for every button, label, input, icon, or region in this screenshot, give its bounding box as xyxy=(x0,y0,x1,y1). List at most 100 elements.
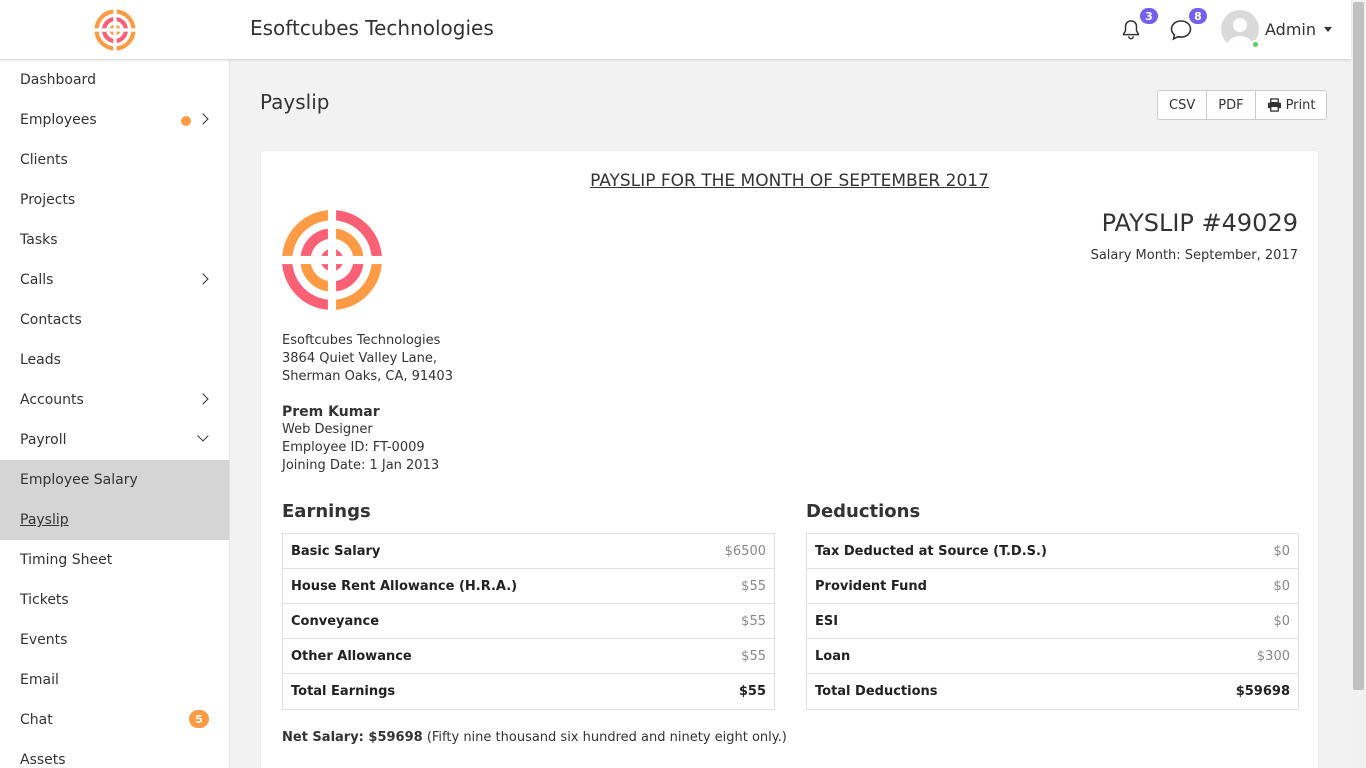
brand-logo-icon xyxy=(94,9,136,51)
net-salary-amount: Net Salary: $59698 xyxy=(282,730,423,745)
sidebar-item-events[interactable]: Events xyxy=(0,620,229,660)
row-label: Basic Salary xyxy=(291,543,381,559)
sidebar-item-label: Employees xyxy=(20,112,97,128)
sidebar-item-label: Dashboard xyxy=(20,72,96,88)
sidebar-item-chat[interactable]: Chat 5 xyxy=(0,700,229,740)
sidebar-item-payroll[interactable]: Payroll xyxy=(0,420,229,460)
employee-id: Employee ID: FT-0009 xyxy=(282,440,425,455)
pdf-button[interactable]: PDF xyxy=(1207,91,1256,119)
sidebar-item-leads[interactable]: Leads xyxy=(0,340,229,380)
sidebar-item-dashboard[interactable]: Dashboard xyxy=(0,60,229,100)
user-name: Admin xyxy=(1265,19,1316,39)
salary-month: Salary Month: September, 2017 xyxy=(1090,248,1298,263)
sidebar-subitem-payslip[interactable]: Payslip xyxy=(0,500,229,540)
bell-icon xyxy=(1122,20,1140,40)
header-logo[interactable] xyxy=(0,0,230,60)
company-logo-icon xyxy=(281,209,383,311)
caret-down-icon xyxy=(1324,26,1332,32)
sidebar-item-label: Chat xyxy=(20,712,53,728)
new-indicator-dot xyxy=(181,116,191,126)
chevron-right-icon xyxy=(197,273,209,285)
row-label: Other Allowance xyxy=(291,648,412,664)
sidebar-item-clients[interactable]: Clients xyxy=(0,140,229,180)
sidebar-item-label: Tasks xyxy=(20,232,58,248)
row-label: ESI xyxy=(815,613,839,629)
pdf-button-label: PDF xyxy=(1218,97,1244,113)
sidebar-item-label: Calls xyxy=(20,272,54,288)
row-label: House Rent Allowance (H.R.A.) xyxy=(291,578,518,594)
row-label: Loan xyxy=(815,648,851,664)
csv-button[interactable]: CSV xyxy=(1158,91,1208,119)
table-row: Other Allowance $55 xyxy=(283,639,774,674)
sidebar-item-label: Payslip xyxy=(20,512,69,528)
company-address: Esoftcubes Technologies 3864 Quiet Valle… xyxy=(282,332,453,386)
sidebar-item-projects[interactable]: Projects xyxy=(0,180,229,220)
sidebar-item-accounts[interactable]: Accounts xyxy=(0,380,229,420)
sidebar-item-tasks[interactable]: Tasks xyxy=(0,220,229,260)
scrollbar-thumb[interactable] xyxy=(1353,2,1364,690)
employee-info: Prem Kumar Web Designer Employee ID: FT-… xyxy=(282,403,439,475)
user-menu[interactable]: Admin xyxy=(1221,10,1332,48)
company-title: Esoftcubes Technologies xyxy=(250,16,494,40)
page-scrollbar[interactable] xyxy=(1351,0,1366,768)
table-row: Conveyance $55 xyxy=(283,604,774,639)
table-row: Loan $300 xyxy=(807,639,1298,674)
sidebar-subitem-employee-salary[interactable]: Employee Salary xyxy=(0,460,229,500)
print-button[interactable]: Print xyxy=(1256,91,1327,119)
sidebar-item-label: Projects xyxy=(20,192,76,208)
table-row: Basic Salary $6500 xyxy=(283,534,774,569)
sidebar-item-label: Payroll xyxy=(20,432,67,448)
row-value: $0 xyxy=(1273,613,1290,629)
chevron-right-icon xyxy=(197,393,209,405)
row-label: Tax Deducted at Source (T.D.S.) xyxy=(815,543,1047,559)
row-label: Provident Fund xyxy=(815,578,927,594)
deductions-table: Tax Deducted at Source (T.D.S.) $0 Provid… xyxy=(806,533,1299,710)
sidebar-item-label: Events xyxy=(20,632,68,648)
sidebar-item-label: Timing Sheet xyxy=(20,552,113,568)
sidebar-item-label: Assets xyxy=(20,752,66,768)
table-row: House Rent Allowance (H.R.A.) $55 xyxy=(283,569,774,604)
chevron-right-icon xyxy=(197,113,209,125)
row-value: $6500 xyxy=(724,543,766,559)
chat-count-badge: 5 xyxy=(189,710,209,728)
notifications-button[interactable]: 3 xyxy=(1120,6,1160,44)
deductions-title: Deductions xyxy=(806,501,921,522)
row-value: $59698 xyxy=(1235,684,1290,699)
sidebar-item-calls[interactable]: Calls xyxy=(0,260,229,300)
row-value: $55 xyxy=(738,684,766,699)
employee-designation: Web Designer xyxy=(282,422,373,437)
messages-button[interactable]: 8 xyxy=(1169,6,1209,44)
company-address-line2: Sherman Oaks, CA, 91403 xyxy=(282,369,453,384)
online-status-dot xyxy=(1251,40,1260,49)
sidebar-item-employees[interactable]: Employees xyxy=(0,100,229,140)
row-label: Total Earnings xyxy=(291,684,396,699)
row-value: $0 xyxy=(1273,578,1290,594)
sidebar-item-timing-sheet[interactable]: Timing Sheet xyxy=(0,540,229,580)
sidebar-item-label: Contacts xyxy=(20,312,82,328)
sidebar-item-assets[interactable]: Assets xyxy=(0,740,229,768)
sidebar-item-label: Tickets xyxy=(20,592,69,608)
employee-name: Prem Kumar xyxy=(282,404,380,420)
notifications-badge: 3 xyxy=(1138,6,1160,26)
row-value: $0 xyxy=(1273,543,1290,559)
top-header: Esoftcubes Technologies 3 8 Admin xyxy=(0,0,1351,60)
employee-joining-date: Joining Date: 1 Jan 2013 xyxy=(282,458,440,473)
row-value: $55 xyxy=(741,648,766,664)
row-value: $55 xyxy=(741,578,766,594)
table-row: Tax Deducted at Source (T.D.S.) $0 xyxy=(807,534,1298,569)
chevron-down-icon xyxy=(197,430,209,442)
net-salary: Net Salary: $59698 (Fifty nine thousand … xyxy=(282,730,787,745)
earnings-table: Basic Salary $6500 House Rent Allowance (… xyxy=(282,533,775,710)
sidebar-item-label: Accounts xyxy=(20,392,84,408)
sidebar: Dashboard Employees Clients Projects Tas… xyxy=(0,60,230,768)
csv-button-label: CSV xyxy=(1169,97,1196,113)
sidebar-item-email[interactable]: Email xyxy=(0,660,229,700)
page-title: Payslip xyxy=(260,90,330,114)
table-row: Provident Fund $0 xyxy=(807,569,1298,604)
row-label: Conveyance xyxy=(291,613,380,629)
total-row: Total Deductions $59698 xyxy=(807,674,1298,709)
sidebar-item-tickets[interactable]: Tickets xyxy=(0,580,229,620)
row-value: $300 xyxy=(1256,648,1290,664)
sidebar-item-contacts[interactable]: Contacts xyxy=(0,300,229,340)
sidebar-item-label: Leads xyxy=(20,352,61,368)
